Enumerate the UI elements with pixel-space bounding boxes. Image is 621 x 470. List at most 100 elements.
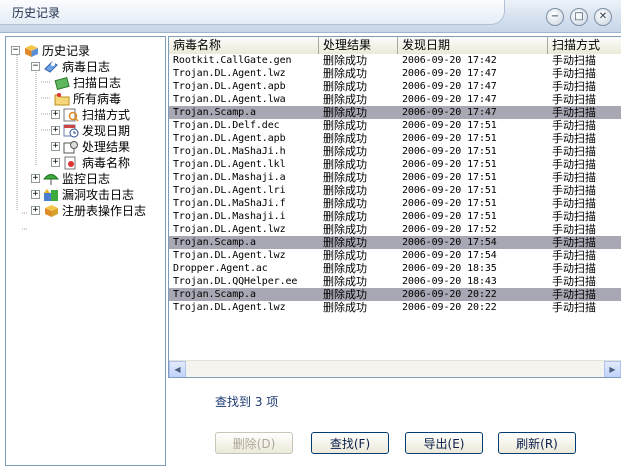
title-tab [0,0,505,25]
cell-virus-name: Trojan.DL.Agent.lkl [173,159,286,170]
cell-result: 删除成功 [323,93,367,106]
cell-date: 2006-09-20 17:51 [402,133,497,144]
cell-date: 2006-09-20 17:54 [402,237,497,248]
tree-item-registry-log[interactable]: + 注册表操作日志 [31,203,146,218]
cell-scan-method: 手动扫描 [552,197,596,210]
table-row[interactable]: Trojan.DL.Agent.lwz 删除成功 2006-09-20 17:52 手… [169,223,621,236]
expand-icon[interactable]: + [51,126,60,135]
table-row[interactable]: Trojan.Scamp.a 删除成功 2006-09-20 20:22 手动扫描 [169,288,621,301]
column-header-scan-method[interactable]: 扫描方式 [548,37,621,54]
table-row[interactable]: Trojan.DL.Agent.lwz 删除成功 2006-09-20 17:54 手… [169,249,621,262]
table-row[interactable]: Rootkit.CallGate.gen 删除成功 2006-09-20 17:42… [169,54,621,67]
virus-log-table[interactable]: 病毒名称 处理结果 发现日期 扫描方式 Rootkit.CallGate.gen… [168,36,621,378]
cell-date: 2006-09-20 17:42 [402,55,497,66]
tree-item-monitor-log[interactable]: + 监控日志 [31,171,110,186]
cell-virus-name: Trojan.DL.Agent.lwa [173,94,286,105]
tree-item-process-result[interactable]: + 处理结果 [51,139,130,154]
table-row[interactable]: Trojan.DL.MaShaJi.f 删除成功 2006-09-20 17:51 手… [169,197,621,210]
horizontal-scrollbar[interactable]: ◀ ▶ [169,360,621,377]
cell-scan-method: 手动扫描 [552,236,596,249]
table-row[interactable]: Trojan.DL.Agent.lri 删除成功 2006-09-20 17:51 手… [169,184,621,197]
tree-item-exploit-log[interactable]: + 漏洞攻击日志 [31,187,134,202]
cell-scan-method: 手动扫描 [552,288,596,301]
cell-virus-name: Trojan.DL.Agent.lri [173,185,286,196]
scroll-right-button[interactable]: ▶ [604,361,621,377]
cell-date: 2006-09-20 17:51 [402,159,497,170]
scan-log-icon [54,75,70,90]
table-row[interactable]: Trojan.DL.Mashaji.a 删除成功 2006-09-20 17:51 手… [169,171,621,184]
scroll-left-button[interactable]: ◀ [169,361,186,377]
virus-log-icon [43,59,59,74]
refresh-button[interactable]: 刷新(R) [498,432,576,454]
history-cube-icon [23,43,39,58]
tree-item-history[interactable]: − 历史记录 [11,43,90,58]
expand-icon[interactable]: + [51,158,60,167]
cell-virus-name: Trojan.DL.Mashaji.a [173,172,286,183]
expand-icon[interactable]: + [31,190,40,199]
monitor-umbrella-icon [43,171,59,186]
delete-button[interactable]: 删除(D) [215,432,293,454]
cell-scan-method: 手动扫描 [552,184,596,197]
expand-icon[interactable]: + [31,174,40,183]
close-button[interactable]: ✕ [594,8,612,26]
column-header-virus-name[interactable]: 病毒名称 [169,37,319,54]
table-row[interactable]: Trojan.DL.Delf.dec 删除成功 2006-09-20 17:51 手动… [169,119,621,132]
find-button[interactable]: 查找(F) [311,432,389,454]
collapse-icon[interactable]: − [11,46,20,55]
export-button[interactable]: 导出(E) [405,432,483,454]
cell-scan-method: 手动扫描 [552,301,596,314]
cell-scan-method: 手动扫描 [552,106,596,119]
cell-result: 删除成功 [323,132,367,145]
tree-item-virus-name[interactable]: + 病毒名称 [51,155,130,170]
table-row[interactable]: Trojan.DL.QQHelper.ee 删除成功 2006-09-20 18:4… [169,275,621,288]
cell-result: 删除成功 [323,197,367,210]
tree-item-scan-method[interactable]: + 扫描方式 [51,107,130,122]
close-icon: ✕ [598,11,608,22]
cell-scan-method: 手动扫描 [552,262,596,275]
tree-item-scan-log[interactable]: 扫描日志 [54,75,121,90]
table-row[interactable]: Trojan.DL.Agent.lwz 删除成功 2006-09-20 17:47 手… [169,67,621,80]
table-row[interactable]: Trojan.DL.MaShaJi.h 删除成功 2006-09-20 17:51 手… [169,145,621,158]
title-bar: 历史记录 − □ ✕ [0,0,621,33]
table-row[interactable]: Trojan.DL.Agent.lkl 删除成功 2006-09-20 17:51 手… [169,158,621,171]
cell-result: 删除成功 [323,67,367,80]
collapse-icon[interactable]: − [31,62,40,71]
column-header-result[interactable]: 处理结果 [319,37,398,54]
table-row[interactable]: Trojan.DL.Agent.apb 删除成功 2006-09-20 17:51 手… [169,132,621,145]
tree-item-virus-log[interactable]: − 病毒日志 [31,59,110,74]
all-viruses-icon [54,91,70,106]
tree-item-label: 发现日期 [82,124,131,138]
minimize-button[interactable]: − [546,8,564,26]
expand-icon[interactable]: + [31,206,40,215]
table-row[interactable]: Trojan.DL.Agent.apb 删除成功 2006-09-20 17:47 手… [169,80,621,93]
maximize-icon: □ [574,11,584,22]
expand-icon[interactable]: + [51,142,60,151]
tree-item-found-date[interactable]: + 发现日期 [51,123,130,138]
cell-date: 2006-09-20 17:51 [402,146,497,157]
table-row[interactable]: Dropper.Agent.ac 删除成功 2006-09-20 18:35 手动扫描 [169,262,621,275]
cell-scan-method: 手动扫描 [552,223,596,236]
cell-date: 2006-09-20 17:51 [402,211,497,222]
expand-icon[interactable]: + [51,110,60,119]
cell-result: 删除成功 [323,54,367,67]
minimize-icon: − [550,11,560,22]
tree-item-label: 所有病毒 [73,92,122,106]
cell-virus-name: Trojan.DL.Agent.apb [173,133,286,144]
cell-result: 删除成功 [323,249,367,262]
search-result-count: 查找到 3 项 [215,395,279,409]
cell-result: 删除成功 [323,223,367,236]
cell-virus-name: Trojan.DL.Delf.dec [173,120,280,131]
table-row[interactable]: Trojan.DL.Agent.lwz 删除成功 2006-09-20 20:22 手… [169,301,621,314]
cell-virus-name: Trojan.DL.MaShaJi.f [173,198,286,209]
column-header-date[interactable]: 发现日期 [398,37,548,54]
history-tree[interactable]: − 历史记录 − 病毒日志 扫描日志 所有病毒 + 扫描方式 + 发现日期 + … [5,36,166,466]
tree-item-all-viruses[interactable]: 所有病毒 [54,91,121,106]
cell-date: 2006-09-20 17:51 [402,185,497,196]
table-row[interactable]: Trojan.DL.Mashaji.i 删除成功 2006-09-20 17:51 手… [169,210,621,223]
maximize-button[interactable]: □ [570,8,588,26]
tree-item-label: 监控日志 [62,172,111,186]
table-row[interactable]: Trojan.Scamp.a 删除成功 2006-09-20 17:47 手动扫描 [169,106,621,119]
table-row[interactable]: Trojan.Scamp.a 删除成功 2006-09-20 17:54 手动扫描 [169,236,621,249]
cell-scan-method: 手动扫描 [552,210,596,223]
table-row[interactable]: Trojan.DL.Agent.lwa 删除成功 2006-09-20 17:47 手… [169,93,621,106]
